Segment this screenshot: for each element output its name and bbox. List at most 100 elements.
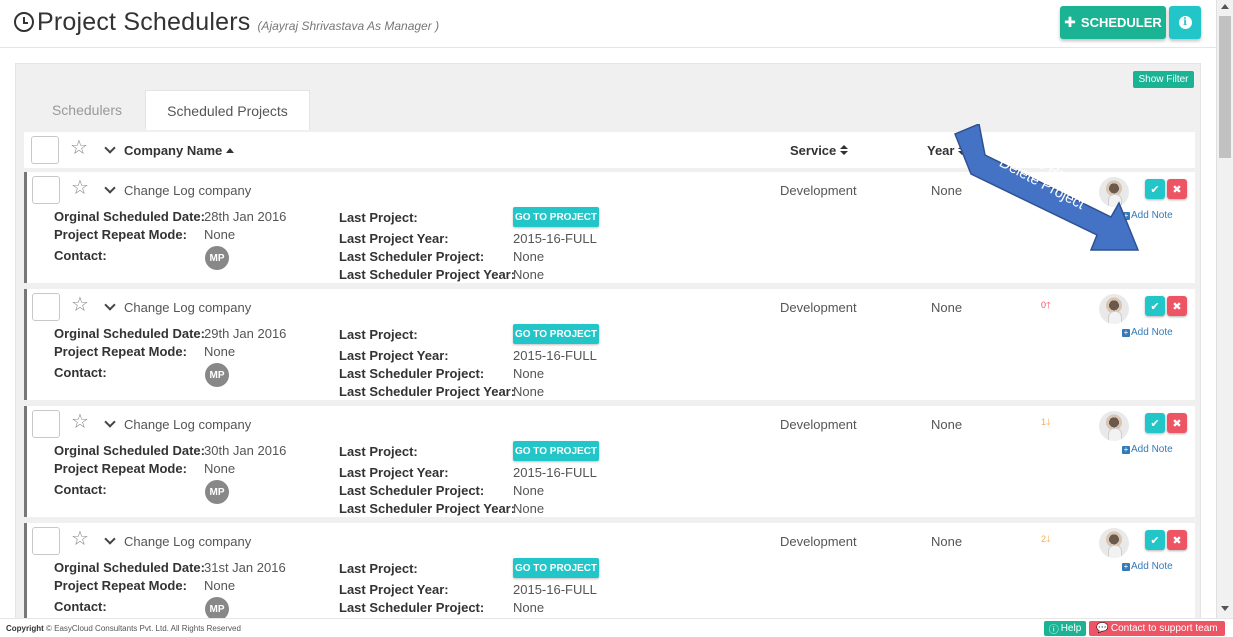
last-scheduler-project-year-value: None <box>513 501 545 516</box>
delete-project-button[interactable]: ✖ <box>1167 296 1187 316</box>
star-icon[interactable]: ☆ <box>71 529 89 549</box>
star-icon[interactable]: ☆ <box>71 178 89 198</box>
count-badge: 2🡓 <box>1041 534 1051 544</box>
last-scheduler-project-year-value: None <box>513 384 545 399</box>
year-value: None <box>931 534 963 549</box>
last-scheduler-project-label: Last Scheduler Project: <box>339 249 485 264</box>
last-project-year-value: 2015-16-FULL <box>513 231 597 246</box>
sort-asc-icon <box>226 148 235 153</box>
add-note-link[interactable]: + Add Note <box>1122 444 1173 455</box>
last-project-label: Last Project: <box>339 210 418 225</box>
delete-project-button[interactable]: ✖ <box>1167 530 1187 550</box>
contact-avatar[interactable]: MP <box>205 363 229 387</box>
company-name[interactable]: Change Log company <box>124 417 251 432</box>
row-checkbox[interactable] <box>32 293 60 321</box>
original-date-label: Orginal Scheduled Date: <box>54 443 205 458</box>
star-icon[interactable]: ☆ <box>71 412 89 432</box>
tab-schedulers[interactable]: Schedulers <box>36 90 138 130</box>
add-scheduler-button[interactable]: ✚ SCHEDULER <box>1060 6 1166 39</box>
info-icon: ⓘ <box>1048 625 1059 636</box>
row-checkbox[interactable] <box>32 410 60 438</box>
close-icon: ✖ <box>1172 300 1182 313</box>
table-row: ☆ Change Log company Development None 1🡓… <box>24 406 1195 517</box>
contact-label: Contact: <box>54 248 107 263</box>
page-scrollbar[interactable] <box>1216 0 1233 618</box>
chevron-down-icon[interactable] <box>104 533 116 545</box>
add-note-link[interactable]: + Add Note <box>1122 561 1173 572</box>
chevron-down-icon[interactable] <box>104 416 116 428</box>
repeat-mode-label: Project Repeat Mode: <box>54 461 187 476</box>
scroll-thumb[interactable] <box>1219 16 1231 158</box>
add-note-link[interactable]: + Add Note <box>1122 327 1173 338</box>
trend-down-icon: 🡓 <box>1046 417 1051 427</box>
chat-icon: 💬 <box>1096 623 1109 634</box>
delete-project-button[interactable]: ✖ <box>1167 413 1187 433</box>
close-icon: ✖ <box>1172 417 1182 430</box>
chevron-down-icon[interactable] <box>104 299 116 311</box>
star-icon[interactable]: ☆ <box>70 138 88 158</box>
chevron-down-icon[interactable] <box>104 182 116 194</box>
contact-avatar[interactable]: MP <box>205 246 229 270</box>
info-icon: i <box>1178 16 1192 29</box>
clock-icon <box>14 12 34 32</box>
column-service[interactable]: Service <box>790 143 849 158</box>
tab-scheduled-projects[interactable]: Scheduled Projects <box>145 90 310 130</box>
create-project-button[interactable]: ✔ <box>1145 530 1165 550</box>
help-button[interactable]: ⓘ Help <box>1044 621 1086 636</box>
chevron-down-icon[interactable] <box>104 142 116 154</box>
column-company-name[interactable]: Company Name <box>124 143 235 158</box>
last-project-year-label: Last Project Year: <box>339 348 449 363</box>
plus-square-icon: + <box>1122 327 1130 337</box>
title-area: Project Schedulers (Ajayraj Shrivastava … <box>14 8 439 37</box>
contact-support-button[interactable]: 💬 Contact to support team <box>1089 621 1225 636</box>
plus-icon: ✚ <box>1064 14 1076 30</box>
contact-label: Contact: <box>54 599 107 614</box>
info-button[interactable]: i <box>1169 6 1201 39</box>
contact-label: Contact: <box>54 365 107 380</box>
row-checkbox[interactable] <box>32 176 60 204</box>
last-scheduler-project-label: Last Scheduler Project: <box>339 600 485 615</box>
create-project-button[interactable]: ✔ <box>1145 296 1165 316</box>
page-header: Project Schedulers (Ajayraj Shrivastava … <box>0 0 1216 48</box>
count-badge: 1🡓 <box>1041 417 1051 427</box>
last-project-year-value: 2015-16-FULL <box>513 348 597 363</box>
schedulers-panel: Show Filter Schedulers Scheduled Project… <box>15 63 1201 634</box>
count-badge: 0🡑 <box>1041 300 1051 310</box>
service-value: Development <box>780 183 857 198</box>
year-value: None <box>931 300 963 315</box>
create-project-button[interactable]: ✔ <box>1145 413 1165 433</box>
show-filter-button[interactable]: Show Filter <box>1133 71 1194 88</box>
original-date-value: 30th Jan 2016 <box>204 443 287 458</box>
company-name[interactable]: Change Log company <box>124 534 251 549</box>
avatar <box>1099 411 1129 441</box>
last-scheduler-project-value: None <box>513 600 545 615</box>
row-checkbox[interactable] <box>32 527 60 555</box>
last-scheduler-project-year-value: None <box>513 267 545 282</box>
last-project-label: Last Project: <box>339 327 418 342</box>
page-footer: Copyright © EasyCloud Consultants Pvt. L… <box>0 618 1233 637</box>
go-to-project-button[interactable]: GO TO PROJECT <box>513 441 599 461</box>
company-name[interactable]: Change Log company <box>124 183 251 198</box>
scroll-up-arrow-icon[interactable] <box>1221 4 1229 9</box>
contact-label: Contact: <box>54 482 107 497</box>
go-to-project-button[interactable]: GO TO PROJECT <box>513 207 599 227</box>
trend-up-icon: 🡑 <box>1046 300 1051 310</box>
scroll-down-arrow-icon[interactable] <box>1221 606 1229 611</box>
check-icon: ✔ <box>1150 300 1160 313</box>
select-all-checkbox[interactable] <box>31 136 59 164</box>
contact-avatar[interactable]: MP <box>205 480 229 504</box>
original-date-label: Orginal Scheduled Date: <box>54 209 205 224</box>
original-date-value: 28th Jan 2016 <box>204 209 287 224</box>
page: Project Schedulers (Ajayraj Shrivastava … <box>0 0 1233 637</box>
check-icon: ✔ <box>1150 534 1160 547</box>
original-date-value: 31st Jan 2016 <box>204 560 286 575</box>
last-project-year-value: 2015-16-FULL <box>513 582 597 597</box>
avatar <box>1099 294 1129 324</box>
company-name[interactable]: Change Log company <box>124 300 251 315</box>
go-to-project-button[interactable]: GO TO PROJECT <box>513 324 599 344</box>
go-to-project-button[interactable]: GO TO PROJECT <box>513 558 599 578</box>
star-icon[interactable]: ☆ <box>71 295 89 315</box>
repeat-mode-value: None <box>204 578 236 593</box>
last-project-label: Last Project: <box>339 561 418 576</box>
last-scheduler-project-year-label: Last Scheduler Project Year: <box>339 501 516 516</box>
